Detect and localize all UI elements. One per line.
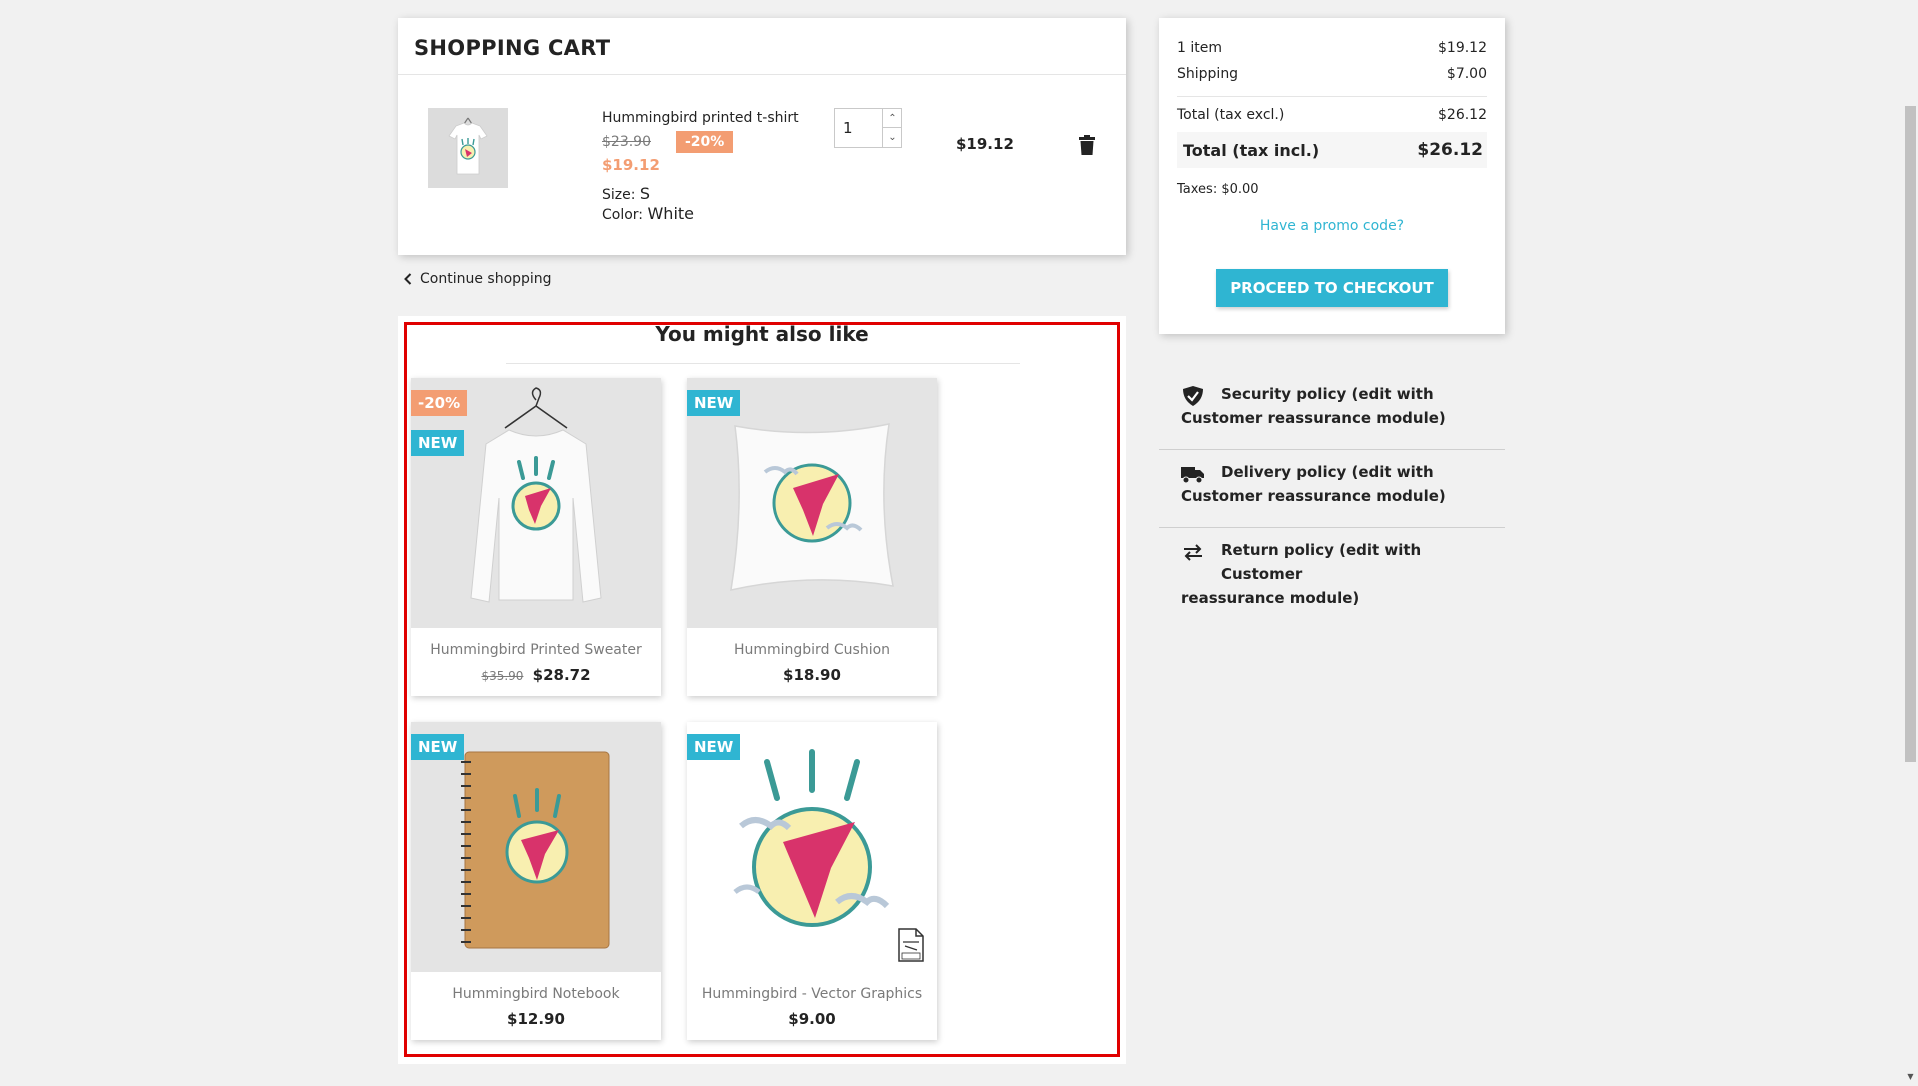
product-price: $9.00	[788, 1010, 836, 1028]
shield-icon	[1183, 386, 1203, 406]
summary-total-excl-value: $26.12	[1438, 107, 1487, 123]
divider	[1159, 527, 1505, 528]
reassurance-delivery-line1: Delivery policy (edit with	[1221, 463, 1434, 481]
chevron-up-icon: ⌃	[888, 112, 897, 124]
chevron-down-icon: ⌄	[888, 132, 897, 143]
summary-shipping-label: Shipping	[1177, 66, 1239, 82]
summary-total-excl-label: Total (tax excl.)	[1177, 107, 1285, 123]
svg-file-icon	[898, 928, 924, 962]
continue-shopping-label: Continue shopping	[420, 271, 552, 287]
cart-item-line-total: $19.12	[956, 135, 1014, 153]
product-price: $35.90 $28.72	[411, 666, 661, 684]
cart-card: SHOPPING CART Hummingbird printed t-shir…	[398, 18, 1126, 255]
chevron-left-icon	[404, 273, 412, 285]
discount-badge: -20%	[411, 390, 468, 416]
summary-items-row: 1 item $19.12	[1177, 40, 1487, 56]
summary-total-excl-row: Total (tax excl.) $26.12	[1177, 107, 1487, 123]
divider	[398, 74, 1126, 75]
new-badge: NEW	[687, 734, 741, 760]
product-current-price: $28.72	[532, 666, 591, 684]
page-title: SHOPPING CART	[414, 36, 611, 60]
quantity-stepper: ⌃ ⌄	[834, 108, 902, 148]
product-card[interactable]: NEW Hummingbird - Vector Graphics $9.00	[687, 722, 937, 1040]
summary-items-label: 1 item	[1177, 40, 1222, 56]
product-price: $12.90	[507, 1010, 565, 1028]
scrollbar-thumb[interactable]	[1905, 106, 1916, 762]
promo-code-link[interactable]: Have a promo code?	[1159, 218, 1505, 234]
reassurance-return: Return policy (edit with Customer reassu…	[1159, 538, 1505, 610]
color-label: Color:	[602, 207, 644, 223]
discount-badge: -20%	[676, 131, 734, 153]
continue-shopping-link[interactable]: Continue shopping	[404, 271, 552, 287]
new-badge: NEW	[687, 390, 741, 416]
product-name[interactable]: Hummingbird - Vector Graphics	[687, 986, 937, 1002]
summary-total-incl-value: $26.12	[1417, 140, 1483, 160]
product-name[interactable]: Hummingbird Notebook	[411, 986, 661, 1002]
cart-item-color: Color: White	[602, 204, 694, 223]
cart-summary: 1 item $19.12 Shipping $7.00 Total (tax …	[1159, 18, 1505, 334]
summary-shipping-row: Shipping $7.00	[1177, 66, 1487, 82]
product-old-price: $35.90	[481, 669, 524, 683]
proceed-to-checkout-button[interactable]: PROCEED TO CHECKOUT	[1216, 269, 1448, 307]
remove-item-button[interactable]	[1079, 135, 1095, 155]
product-name[interactable]: Hummingbird Printed Sweater	[411, 642, 661, 658]
product-card[interactable]: NEW Hummingbird Notebook $12.90	[411, 722, 661, 1040]
product-card[interactable]: -20% NEW Hummingbird Printed Sweater $35…	[411, 378, 661, 696]
cart-item-old-price: $23.90	[602, 134, 651, 150]
trash-icon	[1079, 135, 1095, 155]
summary-items-value: $19.12	[1438, 40, 1487, 56]
reassurance-delivery-line2: Customer reassurance module)	[1181, 487, 1446, 505]
product-card[interactable]: NEW Hummingbird Cushion $18.90	[687, 378, 937, 696]
cart-item-name[interactable]: Hummingbird printed t-shirt	[602, 110, 799, 126]
reassurance-delivery: Delivery policy (edit with Customer reas…	[1159, 460, 1505, 508]
reassurance-security-line2: Customer reassurance module)	[1181, 409, 1446, 427]
cart-item-price: $19.12	[602, 156, 660, 174]
swap-arrows-icon	[1184, 544, 1202, 561]
truck-icon	[1181, 467, 1204, 484]
cart-item-size: Size: S	[602, 184, 650, 203]
quantity-increase-button[interactable]: ⌃	[882, 109, 902, 128]
reassurance-return-line1: Return policy (edit with Customer	[1221, 541, 1422, 583]
summary-taxes-label: Taxes: $0.00	[1177, 182, 1259, 197]
new-badge: NEW	[411, 734, 465, 760]
new-badge: NEW	[411, 430, 465, 456]
product-name[interactable]: Hummingbird Cushion	[687, 642, 937, 658]
related-products-title: You might also like	[655, 322, 869, 346]
summary-total-incl-row: Total (tax incl.) $26.12	[1177, 132, 1487, 168]
quantity-input[interactable]	[835, 109, 881, 147]
summary-total-incl-label: Total (tax incl.)	[1183, 140, 1320, 160]
cart-item-thumbnail[interactable]	[428, 108, 508, 188]
summary-taxes: Taxes: $0.00	[1177, 182, 1487, 197]
product-price: $18.90	[783, 666, 841, 684]
divider	[1159, 449, 1505, 450]
divider	[1177, 96, 1487, 97]
size-value: S	[639, 184, 651, 203]
size-label: Size:	[602, 187, 636, 203]
quantity-decrease-button[interactable]: ⌄	[882, 128, 902, 147]
divider	[506, 363, 1020, 364]
scroll-down-arrow-icon[interactable]: ▼	[1903, 1072, 1918, 1086]
reassurance-security: Security policy (edit with Customer reas…	[1159, 382, 1505, 430]
reassurance-security-line1: Security policy (edit with	[1221, 385, 1434, 403]
summary-shipping-value: $7.00	[1446, 66, 1487, 82]
color-value: White	[647, 204, 695, 223]
reassurance-return-line2: reassurance module)	[1181, 589, 1360, 607]
